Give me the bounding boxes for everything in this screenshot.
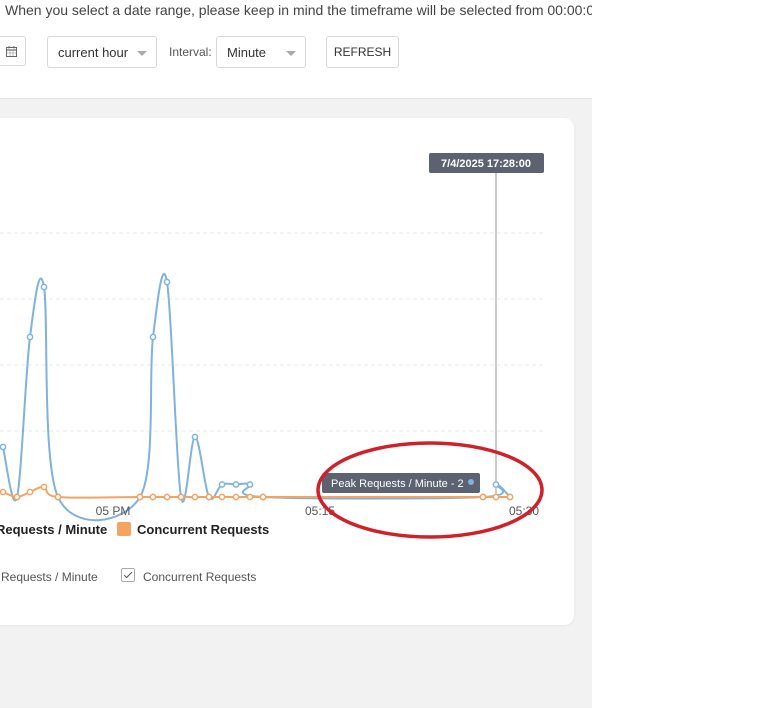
- concurrent-data-point: [506, 493, 514, 501]
- concurrent-data-point: [163, 493, 171, 501]
- requests-data-point: [26, 333, 34, 341]
- concurrent-data-point: [246, 493, 254, 501]
- concurrent-data-point: [54, 493, 62, 501]
- chart-gridlines: [0, 232, 544, 432]
- requests-chart: 05 PM 05:15 05:30 7/4/2025 17:28:00 Peak…: [0, 153, 544, 539]
- concurrent-data-point: [13, 493, 21, 501]
- concurrent-data-point: [0, 488, 7, 496]
- concurrent-data-point: [232, 493, 240, 501]
- requests-data-point: [163, 278, 171, 286]
- concurrent-data-point: [136, 493, 144, 501]
- requests-data-point: [191, 433, 199, 441]
- legend-requests-per-minute: Requests / Minute: [0, 522, 108, 537]
- legend-concurrent-swatch: [117, 522, 131, 536]
- concurrent-requests-checkbox[interactable]: [121, 568, 135, 582]
- requests-data-point: [40, 283, 48, 291]
- legend-concurrent-requests: Concurrent Requests: [137, 522, 270, 537]
- concurrent-data-point: [26, 488, 34, 496]
- toggle-concurrent-requests[interactable]: Concurrent Requests: [143, 570, 256, 584]
- concurrent-data-point: [205, 493, 213, 501]
- requests-data-point: [246, 481, 254, 488]
- requests-data-point: [149, 333, 157, 341]
- toggle-requests-per-minute[interactable]: Requests / Minute: [1, 570, 98, 584]
- tooltip-series-value: Peak Requests / Minute - 2: [331, 478, 464, 490]
- concurrent-data-point: [218, 493, 226, 501]
- tooltip-series-dot: [468, 479, 474, 485]
- series-tooltip: Peak Requests / Minute - 2: [322, 473, 480, 493]
- requests-data-point: [0, 443, 7, 451]
- concurrent-data-point: [259, 493, 267, 501]
- time-tooltip: 7/4/2025 17:28:00: [429, 153, 544, 173]
- concurrent-data-point: [40, 483, 48, 491]
- concurrent-data-point: [149, 493, 157, 501]
- app-window: When you select a date range, please kee…: [0, 0, 592, 708]
- concurrent-data-point: [492, 493, 500, 501]
- x-tick-label: 05 PM: [96, 504, 131, 518]
- requests-data-point: [492, 481, 500, 488]
- concurrent-data-point: [191, 493, 199, 501]
- concurrent-data-point: [479, 493, 487, 501]
- tooltip-time: 7/4/2025 17:28:00: [441, 158, 531, 170]
- requests-data-point: [232, 481, 240, 488]
- requests-data-point: [218, 481, 226, 488]
- concurrent-data-point: [177, 493, 185, 501]
